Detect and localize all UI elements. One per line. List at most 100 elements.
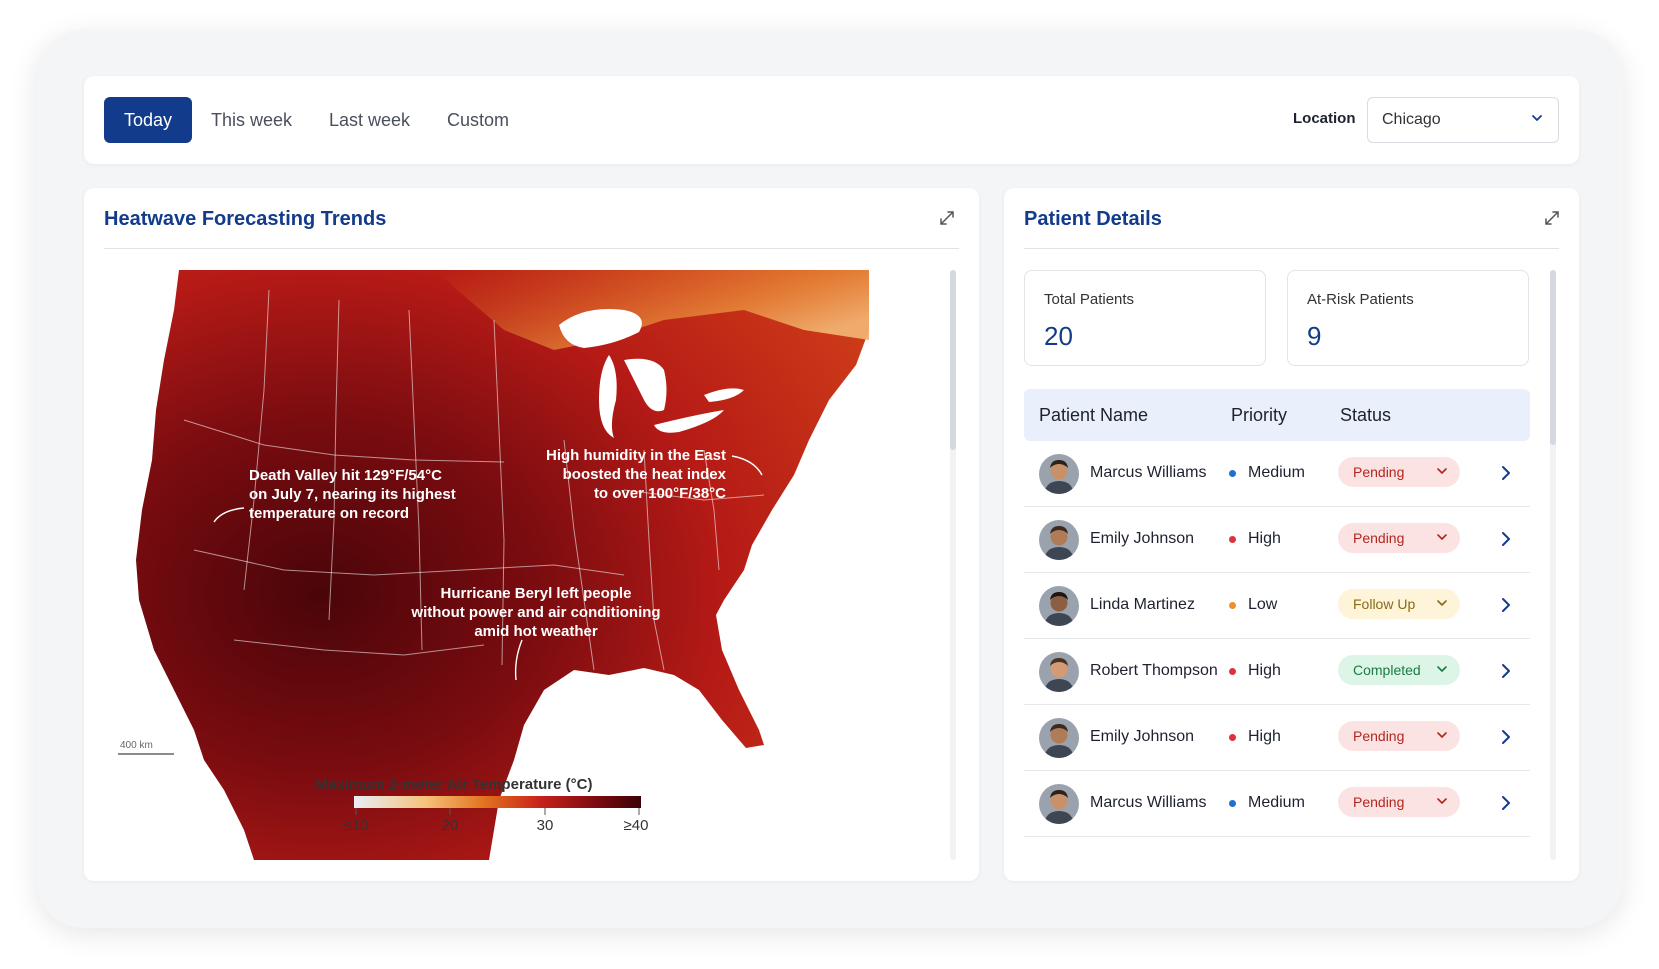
legend-tick: 20 <box>442 817 459 834</box>
annotation-humidity-line-2: boosted the heat index <box>563 466 727 483</box>
temperature-map: Death Valley hit 129°F/54°C on July 7, n… <box>118 270 869 860</box>
patient-name: Emily Johnson <box>1090 728 1195 745</box>
north-america-landmass <box>136 270 869 860</box>
avatar <box>1039 784 1079 824</box>
chevron-right-icon[interactable] <box>1500 725 1512 755</box>
kpi-label: Total Patients <box>1044 291 1135 308</box>
table-row[interactable]: Emily Johnson High Pending <box>1024 507 1530 573</box>
priority-label: High <box>1248 728 1281 745</box>
location-select[interactable]: Chicago <box>1367 97 1559 143</box>
status-dropdown[interactable]: Pending <box>1338 523 1460 553</box>
table-row[interactable]: Marcus Williams Medium Pending <box>1024 771 1530 837</box>
status-dropdown[interactable]: Pending <box>1338 457 1460 487</box>
column-header-status[interactable]: Status <box>1340 405 1391 426</box>
status-badge-label: Pending <box>1353 530 1405 546</box>
priority-dot <box>1229 800 1236 807</box>
tab-custom[interactable]: Custom <box>427 97 529 143</box>
scale-label: 400 km <box>120 740 153 751</box>
annotation-beryl-line-1: Hurricane Beryl left people <box>441 585 632 602</box>
legend-tick: 30 <box>537 817 554 834</box>
avatar <box>1039 718 1079 758</box>
legend-tick: ≤10 <box>344 817 369 834</box>
heatwave-panel: Heatwave Forecasting Trends Death Valley… <box>84 188 979 881</box>
annotation-death-valley-line-2: on July 7, nearing its highest <box>249 486 456 503</box>
annotation-death-valley-line-1: Death Valley hit 129°F/54°C <box>249 467 442 484</box>
filter-bar: Today This week Last week Custom Locatio… <box>84 76 1579 164</box>
chevron-right-icon[interactable] <box>1500 791 1512 821</box>
annotation-death-valley-line-3: temperature on record <box>249 505 409 522</box>
kpi-label: At-Risk Patients <box>1307 291 1414 308</box>
patient-name: Linda Martinez <box>1090 596 1195 613</box>
column-header-priority[interactable]: Priority <box>1231 405 1287 426</box>
priority-dot <box>1229 668 1236 675</box>
divider <box>104 248 959 249</box>
patient-panel: Patient Details Total Patients 20 At-Ris… <box>1004 188 1579 881</box>
avatar <box>1039 586 1079 626</box>
status-badge-label: Pending <box>1353 728 1405 744</box>
table-row[interactable]: Emily Johnson High Pending <box>1024 705 1530 771</box>
priority-label: High <box>1248 662 1281 679</box>
chevron-down-icon <box>1436 457 1448 498</box>
chevron-down-icon <box>1436 589 1448 630</box>
kpi-value: 20 <box>1044 321 1073 351</box>
chevron-right-icon[interactable] <box>1500 527 1512 557</box>
priority-dot <box>1229 734 1236 741</box>
chevron-right-icon[interactable] <box>1500 461 1512 491</box>
status-dropdown[interactable]: Pending <box>1338 787 1460 817</box>
status-badge-label: Completed <box>1353 662 1421 678</box>
heatwave-map: Death Valley hit 129°F/54°C on July 7, n… <box>104 270 934 860</box>
status-dropdown[interactable]: Pending <box>1338 721 1460 751</box>
status-badge-label: Pending <box>1353 464 1405 480</box>
priority-label: Medium <box>1248 464 1305 481</box>
status-badge-label: Follow Up <box>1353 596 1416 612</box>
chevron-down-icon <box>1530 111 1544 130</box>
chevron-down-icon <box>1436 721 1448 762</box>
kpi-total-patients: Total Patients 20 <box>1024 270 1266 366</box>
column-header-patient-name[interactable]: Patient Name <box>1039 405 1148 426</box>
legend-tick: ≥40 <box>624 817 649 834</box>
divider <box>1024 248 1559 249</box>
kpi-at-risk-patients: At-Risk Patients 9 <box>1287 270 1529 366</box>
status-dropdown[interactable]: Completed <box>1338 655 1460 685</box>
chevron-right-icon[interactable] <box>1500 593 1512 623</box>
expand-icon[interactable] <box>1542 208 1564 230</box>
annotation-humidity-line-1: High humidity in the East <box>546 447 726 464</box>
tab-last-week[interactable]: Last week <box>309 97 430 143</box>
status-dropdown[interactable]: Follow Up <box>1338 589 1460 619</box>
priority-dot <box>1229 602 1236 609</box>
tab-this-week[interactable]: This week <box>191 97 312 143</box>
priority-dot <box>1229 470 1236 477</box>
patient-name: Marcus Williams <box>1090 794 1207 811</box>
patient-name: Emily Johnson <box>1090 530 1195 547</box>
tab-today[interactable]: Today <box>104 97 193 143</box>
avatar <box>1039 454 1079 494</box>
patient-scrollbar-thumb[interactable] <box>1550 270 1556 445</box>
annotation-beryl-line-3: amid hot weather <box>474 623 598 640</box>
patient-name: Marcus Williams <box>1090 464 1207 481</box>
table-row[interactable]: Marcus Williams Medium Pending <box>1024 441 1530 507</box>
map-scrollbar-thumb[interactable] <box>950 270 956 450</box>
chevron-down-icon <box>1436 787 1448 828</box>
location-value: Chicago <box>1382 111 1441 128</box>
table-row[interactable]: Linda Martinez Low Follow Up <box>1024 573 1530 639</box>
priority-label: Low <box>1248 596 1278 613</box>
panel-title: Heatwave Forecasting Trends <box>104 208 387 230</box>
panel-title: Patient Details <box>1024 208 1162 230</box>
chevron-right-icon[interactable] <box>1500 659 1512 689</box>
legend-colorbar <box>354 796 641 808</box>
patient-name: Robert Thompson <box>1090 662 1218 679</box>
annotation-humidity-line-3: to over 100°F/38°C <box>594 485 726 502</box>
annotation-beryl-line-2: without power and air conditioning <box>410 604 660 621</box>
priority-label: Medium <box>1248 794 1305 811</box>
priority-dot <box>1229 536 1236 543</box>
location-label: Location <box>1293 110 1356 127</box>
legend-title: Maximum 2-meter Air Temperature (°C) <box>316 776 593 793</box>
status-badge-label: Pending <box>1353 794 1405 810</box>
chevron-down-icon <box>1436 655 1448 696</box>
avatar <box>1039 652 1079 692</box>
expand-icon[interactable] <box>937 208 959 230</box>
table-row[interactable]: Robert Thompson High Completed <box>1024 639 1530 705</box>
kpi-value: 9 <box>1307 321 1322 351</box>
table-header: Patient Name Priority Status <box>1024 389 1530 441</box>
priority-label: High <box>1248 530 1281 547</box>
